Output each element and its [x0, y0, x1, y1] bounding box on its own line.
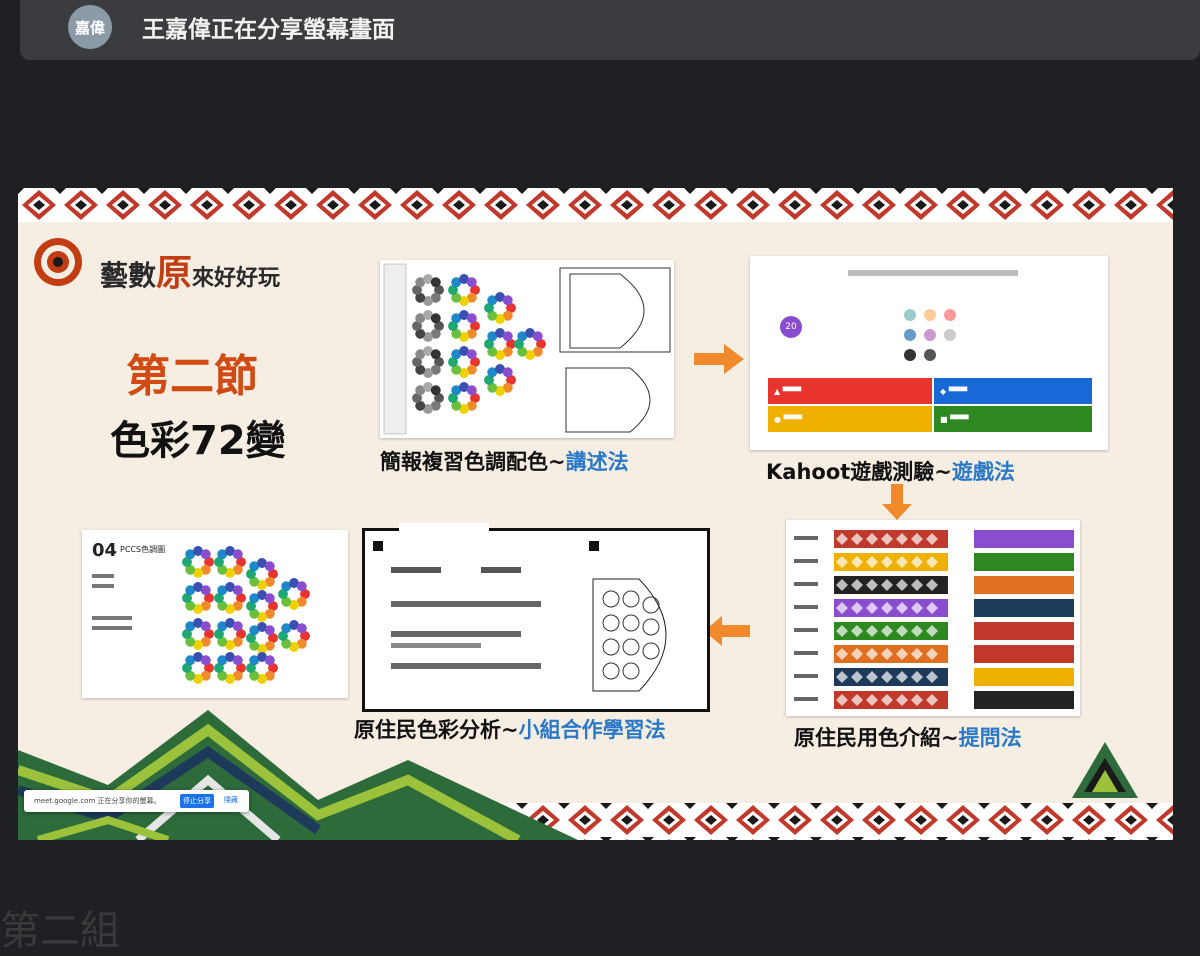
triangle-mark-icon	[1072, 742, 1138, 798]
indigenous-pattern-image	[786, 520, 1080, 716]
tribal-border-top	[18, 188, 1173, 222]
step4-caption: 原住民色彩分析~小組合作學習法	[354, 718, 666, 742]
pccs-number: 04	[92, 540, 118, 561]
arrow-down-icon	[882, 484, 912, 520]
step3-caption: 原住民用色介紹~提問法	[794, 726, 1022, 750]
color-review-image	[380, 260, 674, 438]
course-logo: 藝數原來好好玩	[32, 236, 322, 294]
mountain-decoration	[18, 710, 578, 840]
kahoot-answer-green[interactable]: ■ ▀▀▀	[934, 406, 1092, 432]
color-analysis-worksheet	[362, 523, 710, 712]
logo-suffix: 來好好玩	[192, 266, 281, 291]
kahoot-question-image	[904, 309, 956, 361]
pccs-label: PCCS色調圖	[120, 545, 166, 554]
share-message: meet.google.com 正在分享你的螢幕。	[34, 797, 161, 805]
arrow-left-icon	[704, 616, 750, 646]
kahoot-answer-yellow[interactable]: ● ▀▀▀	[768, 406, 932, 432]
screen-share-bar: 嘉偉 王嘉偉正在分享螢幕畫面	[20, 0, 1200, 60]
sun-emblem-icon	[34, 238, 82, 286]
arrow-right-icon	[694, 344, 744, 374]
kahoot-answer-red[interactable]: ▲ ▀▀▀	[768, 378, 932, 404]
hide-button[interactable]: 隱藏	[224, 795, 238, 805]
presenter-avatar: 嘉偉	[68, 5, 112, 49]
logo-prefix: 藝數	[100, 259, 157, 292]
group-watermark: 第二組	[0, 908, 120, 954]
logo-big-char: 原	[156, 253, 193, 294]
screen-share-notification: meet.google.com 正在分享你的螢幕。 停止分享 隱藏	[24, 790, 249, 812]
step1-caption: 簡報複習色調配色~講述法	[380, 450, 629, 474]
kahoot-answer-blue[interactable]: ◆ ▀▀▀	[934, 378, 1092, 404]
presentation-slide: 藝數原來好好玩 第二節 色彩72變 簡報複習色調配色~講述法 20 ▲ ▀▀▀ …	[18, 188, 1173, 840]
kahoot-timer: 20	[780, 316, 802, 338]
kahoot-quiz-image: 20 ▲ ▀▀▀ ◆ ▀▀▀ ● ▀▀▀ ■ ▀▀▀	[750, 256, 1108, 450]
share-status-title: 王嘉偉正在分享螢幕畫面	[142, 17, 395, 43]
step2-caption: Kahoot遊戲測驗~遊戲法	[766, 460, 1015, 484]
section-title: 第二節	[126, 351, 258, 402]
pccs-tone-chart: 04 PCCS色調圖	[82, 530, 348, 698]
slide-subtitle: 色彩72變	[110, 418, 286, 464]
stop-sharing-button[interactable]: 停止分享	[180, 794, 214, 808]
